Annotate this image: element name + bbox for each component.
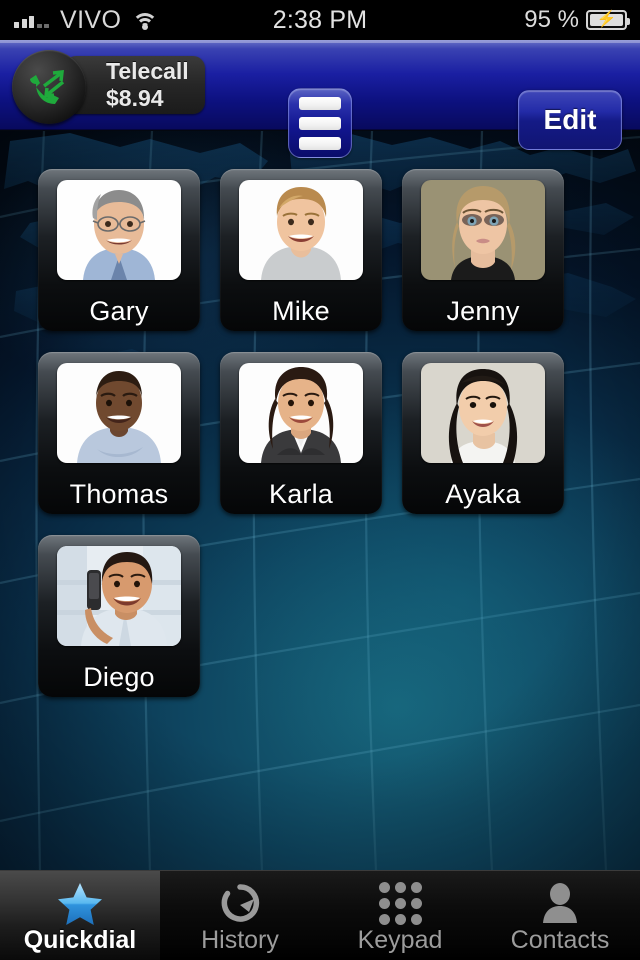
contact-tile-ayaka[interactable]: Ayaka — [402, 352, 564, 514]
contact-photo — [57, 363, 181, 463]
quickdial-row: Thomas Karla Ayaka — [38, 352, 640, 514]
tab-contacts[interactable]: Contacts — [480, 871, 640, 960]
contact-name: Thomas — [69, 480, 169, 510]
edit-button-label: Edit — [543, 104, 597, 135]
contact-name: Diego — [83, 663, 155, 693]
balance-amount-label: $8.94 — [106, 85, 164, 111]
wifi-icon — [132, 11, 159, 30]
status-bar-right: 95 % ⚡ — [425, 6, 640, 34]
tab-quickdial[interactable]: Quickdial — [0, 871, 160, 960]
contact-tile-diego[interactable]: Diego — [38, 535, 200, 697]
status-bar-clock: 2:38 PM — [272, 5, 368, 34]
tab-history[interactable]: History — [160, 871, 320, 960]
contact-tile-karla[interactable]: Karla — [220, 352, 382, 514]
contact-photo — [421, 180, 545, 280]
contact-photo — [57, 546, 181, 646]
tab-label: History — [201, 926, 279, 954]
app-name-label: Telecall — [106, 58, 189, 85]
status-bar-center: 2:38 PM — [215, 6, 425, 35]
person-icon — [538, 882, 582, 924]
carrier-name: VIVO — [60, 5, 122, 34]
contact-name: Gary — [89, 297, 149, 327]
nav-bar: Telecall $8.94 Edit — [0, 40, 640, 158]
quickdial-grid: Gary Mike Jenny Thomas Karla Ayaka Diego — [0, 131, 640, 870]
status-bar-left: VIVO — [0, 5, 215, 34]
contact-tile-jenny[interactable]: Jenny — [402, 169, 564, 331]
edit-button[interactable]: Edit — [518, 90, 622, 150]
telecall-phone-icon — [12, 50, 86, 124]
app-screen: VIVO 2:38 PM 95 % ⚡ Telecall $8.94 Edit … — [0, 0, 640, 960]
battery-percent-label: 95 % — [524, 6, 579, 33]
quickdial-row: Diego — [38, 535, 640, 697]
signal-bars-icon — [14, 12, 49, 28]
tab-bar: Quickdial History Keypad Contacts — [0, 870, 640, 960]
contact-name: Jenny — [446, 297, 520, 327]
contact-photo — [239, 363, 363, 463]
contact-tile-mike[interactable]: Mike — [220, 169, 382, 331]
contact-name: Mike — [272, 297, 330, 327]
tab-label: Keypad — [357, 926, 443, 954]
quickdial-row: Gary Mike Jenny — [38, 169, 640, 331]
contact-photo — [239, 180, 363, 280]
star-icon — [57, 882, 103, 925]
tab-label: Quickdial — [23, 926, 137, 954]
contact-tile-gary[interactable]: Gary — [38, 169, 200, 331]
hamburger-menu-icon[interactable] — [288, 88, 352, 158]
dialpad-icon — [378, 881, 422, 925]
contact-tile-thomas[interactable]: Thomas — [38, 352, 200, 514]
battery-charging-icon: ⚡ — [586, 10, 630, 30]
contact-name: Karla — [268, 480, 334, 510]
contact-name: Ayaka — [445, 480, 521, 510]
tab-keypad[interactable]: Keypad — [320, 871, 480, 960]
status-bar: VIVO 2:38 PM 95 % ⚡ — [0, 0, 640, 40]
tab-label: Contacts — [510, 926, 610, 954]
refresh-clock-icon — [218, 882, 262, 924]
contact-photo — [421, 363, 545, 463]
contact-photo — [57, 180, 181, 280]
